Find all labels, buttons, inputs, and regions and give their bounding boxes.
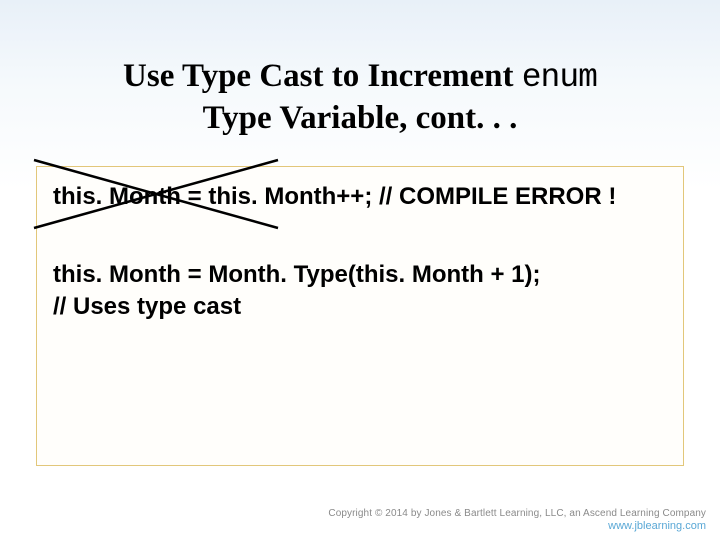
content-box: this. Month = this. Month++; // COMPILE …: [36, 166, 684, 466]
slide: Use Type Cast to Increment enum Type Var…: [0, 0, 720, 540]
code-line-correct: this. Month = Month. Type(this. Month + …: [53, 259, 667, 291]
blank-spacer: [53, 213, 667, 259]
code-line-error: this. Month = this. Month++; // COMPILE …: [53, 181, 667, 213]
footer: Copyright © 2014 by Jones & Bartlett Lea…: [328, 508, 706, 532]
title-enum: enum: [522, 59, 597, 96]
title-part1: Use Type Cast to Increment: [123, 58, 522, 94]
code-line-comment: // Uses type cast: [53, 291, 667, 323]
footer-url: www.jblearning.com: [328, 520, 706, 532]
title-part2: Type Variable, cont. . .: [203, 100, 518, 136]
slide-title: Use Type Cast to Increment enum Type Var…: [36, 56, 684, 140]
footer-copyright: Copyright © 2014 by Jones & Bartlett Lea…: [328, 508, 706, 519]
